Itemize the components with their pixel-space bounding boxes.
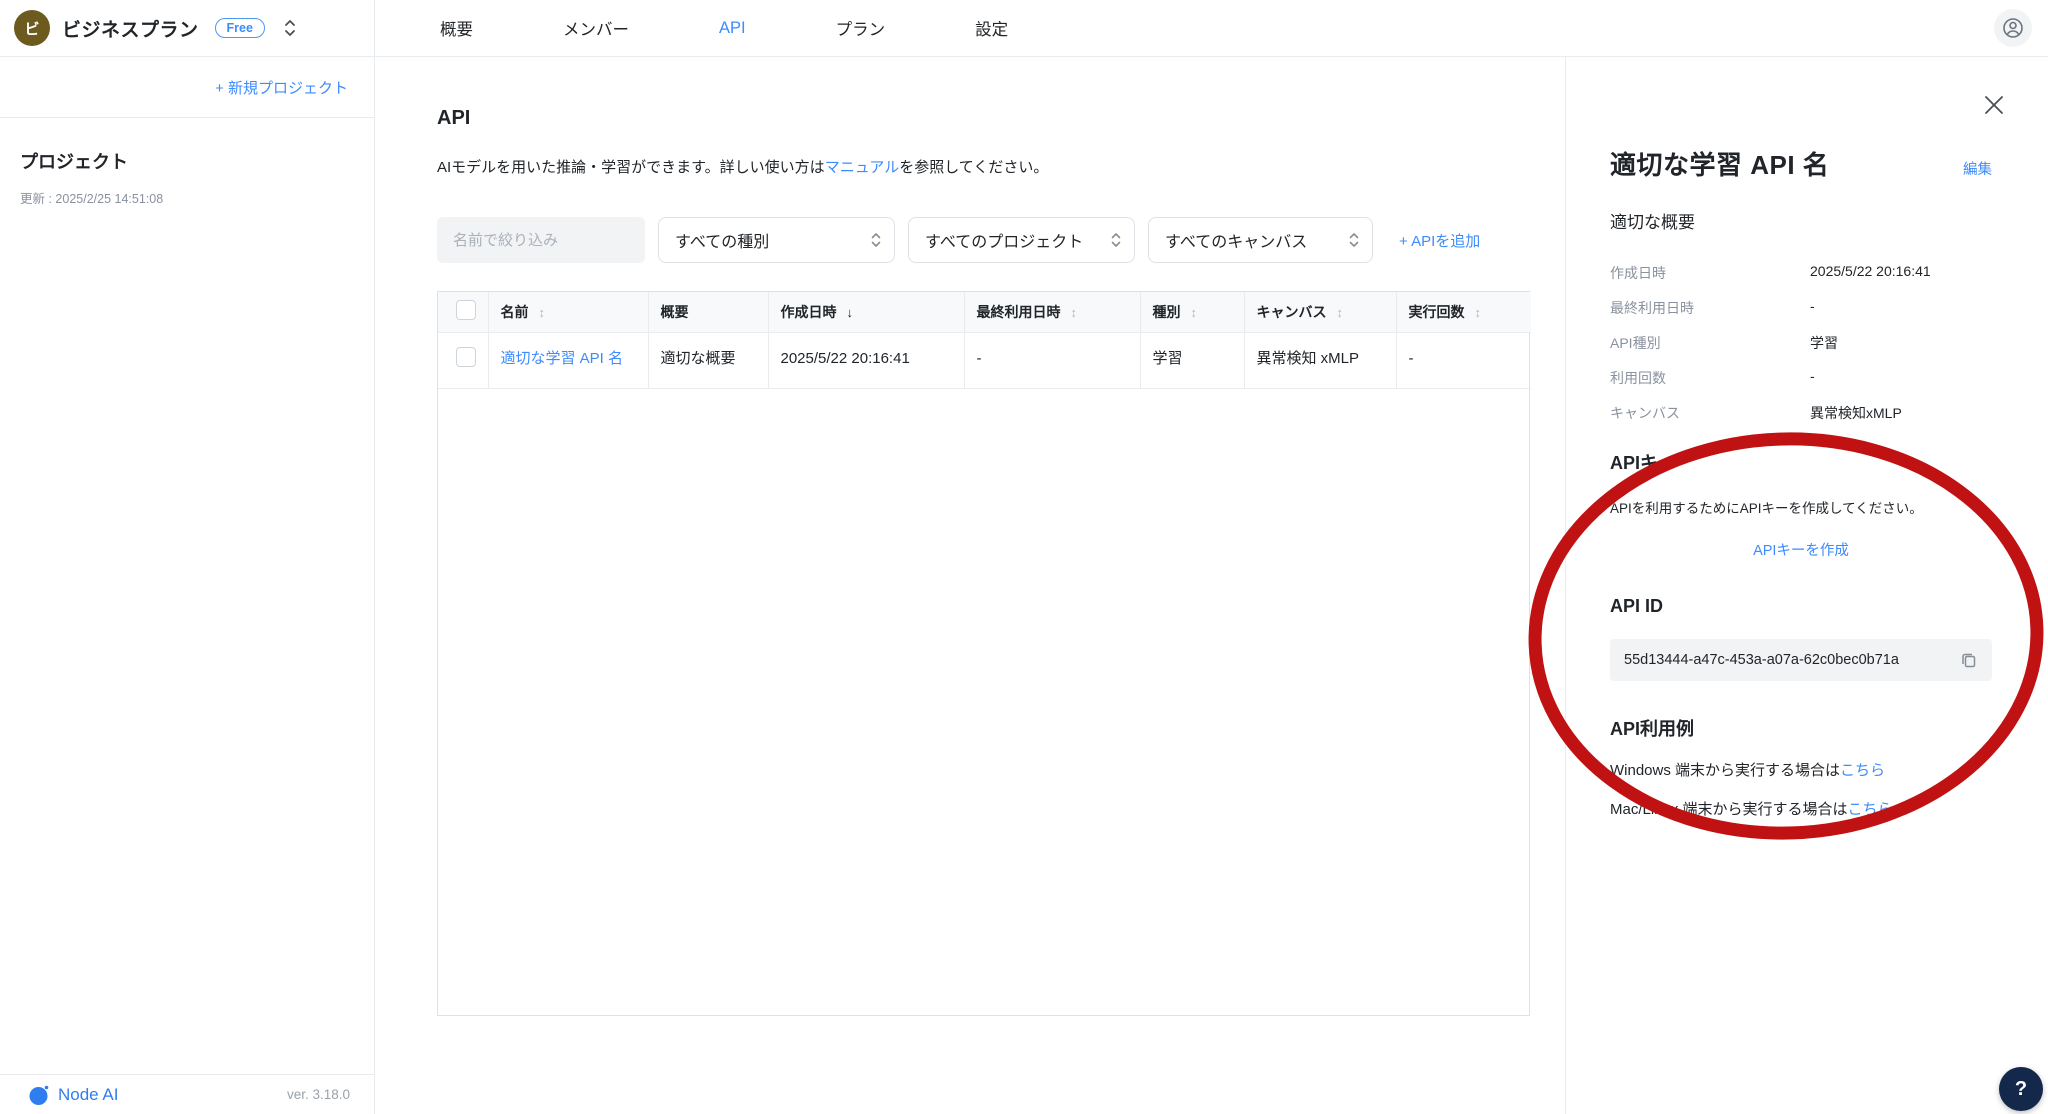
- column-header-type[interactable]: 種別↕: [1140, 292, 1244, 332]
- chevron-up-down-icon: [862, 231, 882, 249]
- chevron-up-down-icon: [1340, 231, 1360, 249]
- workspace-selector[interactable]: ビ ビジネスプラン Free: [0, 0, 375, 56]
- description-text: AIモデルを用いた推論・学習ができます。詳しい使い方は: [437, 159, 825, 176]
- api-id-section: API ID 55d13444-a47c-453a-a07a-62c0bec0b…: [1610, 596, 1992, 681]
- new-project-link[interactable]: + 新規プロジェクト: [215, 77, 348, 98]
- sort-icon[interactable]: ↕: [1475, 305, 1482, 320]
- tab-plan[interactable]: プラン: [836, 16, 886, 40]
- column-header-last-used[interactable]: 最終利用日時↕: [964, 292, 1140, 332]
- cell-created: 2025/5/22 20:16:41: [768, 332, 964, 388]
- project-filter-select[interactable]: すべてのプロジェクト: [908, 217, 1135, 263]
- row-checkbox[interactable]: [456, 347, 476, 367]
- top-nav: 概要 メンバー API プラン 設定: [375, 16, 1008, 40]
- workspace-avatar: ビ: [14, 10, 50, 46]
- close-icon[interactable]: [1980, 91, 2008, 119]
- user-icon: [2001, 16, 2025, 40]
- tab-api[interactable]: API: [719, 19, 746, 38]
- add-api-link[interactable]: + APIを追加: [1399, 230, 1480, 251]
- tab-overview[interactable]: 概要: [440, 16, 473, 40]
- column-header-runs[interactable]: 実行回数↕: [1396, 292, 1531, 332]
- plan-badge: Free: [215, 18, 265, 38]
- detail-row-usage-count: 利用回数 -: [1610, 368, 1992, 388]
- search-input[interactable]: [437, 217, 645, 263]
- panel-summary: 適切な概要: [1610, 208, 1992, 233]
- sidebar-top-row: + 新規プロジェクト: [0, 57, 374, 118]
- sort-icon[interactable]: ↕: [1337, 305, 1344, 320]
- detail-row-canvas: キャンバス 異常検知xMLP: [1610, 403, 1992, 423]
- panel-title: 適切な学習 API 名: [1610, 145, 1829, 182]
- sort-desc-icon[interactable]: ↓: [847, 305, 854, 320]
- table-row: 適切な学習 API 名 適切な概要 2025/5/22 20:16:41 - 学…: [438, 332, 1531, 388]
- sort-icon[interactable]: ↕: [539, 305, 546, 320]
- sidebar: + 新規プロジェクト プロジェクト 更新 : 2025/2/25 14:51:0…: [0, 57, 375, 1114]
- panel-title-row: 適切な学習 API 名 編集: [1610, 145, 1992, 182]
- detail-row-created: 作成日時 2025/5/22 20:16:41: [1610, 263, 1992, 283]
- edit-link[interactable]: 編集: [1963, 158, 1992, 179]
- detail-row-last-used: 最終利用日時 -: [1610, 298, 1992, 318]
- canvas-filter-select[interactable]: すべてのキャンバス: [1148, 217, 1373, 263]
- sort-icon[interactable]: ↕: [1071, 305, 1078, 320]
- windows-example-link[interactable]: こちら: [1840, 762, 1885, 779]
- detail-panel: 適切な学習 API 名 編集 適切な概要 作成日時 2025/5/22 20:1…: [1565, 57, 2048, 1114]
- tab-members[interactable]: メンバー: [563, 16, 629, 40]
- usage-line-mac-linux: Mac/Linux 端末から実行する場合はこちら: [1610, 798, 1992, 819]
- select-all-checkbox[interactable]: [456, 300, 476, 320]
- usage-line-windows: Windows 端末から実行する場合はこちら: [1610, 759, 1992, 780]
- nodeai-logo-text: Node AI: [58, 1085, 119, 1105]
- nodeai-logo-icon: [28, 1084, 50, 1106]
- chevron-up-down-icon: [1102, 231, 1122, 249]
- page-description: AIモデルを用いた推論・学習ができます。詳しい使い方はマニュアルを参照してくださ…: [437, 156, 1565, 177]
- column-header-canvas[interactable]: キャンバス↕: [1244, 292, 1396, 332]
- api-id-heading: API ID: [1610, 596, 1992, 617]
- api-id-box: 55d13444-a47c-453a-a07a-62c0bec0b71a: [1610, 639, 1992, 681]
- app-version: ver. 3.18.0: [287, 1087, 350, 1102]
- cell-summary: 適切な概要: [648, 332, 768, 388]
- project-section-title: プロジェクト: [20, 148, 350, 174]
- cell-canvas: 異常検知 xMLP: [1244, 332, 1396, 388]
- account-button[interactable]: [1994, 9, 2032, 47]
- app-root: ビ ビジネスプラン Free 概要 メンバー API プラン 設定: [0, 0, 2048, 1114]
- api-table: 名前↕ 概要 作成日時↓ 最終利用日時↕ 種別↕: [437, 291, 1530, 1016]
- api-id-value: 55d13444-a47c-453a-a07a-62c0bec0b71a: [1624, 652, 1956, 668]
- tab-settings[interactable]: 設定: [975, 16, 1008, 40]
- question-mark-icon: ?: [2015, 1078, 2027, 1101]
- cell-last-used: -: [964, 332, 1140, 388]
- cell-type: 学習: [1140, 332, 1244, 388]
- detail-row-api-type: API種別 学習: [1610, 333, 1992, 353]
- copy-icon[interactable]: [1956, 647, 1982, 673]
- manual-link[interactable]: マニュアル: [825, 159, 900, 176]
- column-header-name[interactable]: 名前↕: [488, 292, 648, 332]
- help-button[interactable]: ?: [1999, 1067, 2043, 1111]
- api-name-link[interactable]: 適切な学習 API 名: [501, 350, 624, 367]
- create-api-key-link[interactable]: APIキーを作成: [1753, 543, 1849, 559]
- description-text-suffix: を参照してください。: [899, 159, 1048, 176]
- chevron-up-down-icon: [283, 18, 297, 38]
- project-updated-text: 更新 : 2025/2/25 14:51:08: [20, 188, 350, 207]
- topbar: ビ ビジネスプラン Free 概要 メンバー API プラン 設定: [0, 0, 2048, 57]
- api-usage-section: API利用例 Windows 端末から実行する場合はこちら Mac/Linux …: [1610, 715, 1992, 819]
- column-header-summary[interactable]: 概要: [648, 292, 768, 332]
- panel-details: 作成日時 2025/5/22 20:16:41 最終利用日時 - API種別 学…: [1610, 263, 1992, 423]
- table-header-row: 名前↕ 概要 作成日時↓ 最終利用日時↕ 種別↕: [438, 292, 1531, 332]
- mac-linux-example-link[interactable]: こちら: [1848, 801, 1893, 818]
- api-key-description: APIを利用するためにAPIキーを作成してください。: [1610, 497, 1992, 517]
- type-filter-select[interactable]: すべての種別: [658, 217, 895, 263]
- main-content: API AIモデルを用いた推論・学習ができます。詳しい使い方はマニュアルを参照し…: [375, 57, 1565, 1114]
- project-section: プロジェクト 更新 : 2025/2/25 14:51:08: [0, 118, 374, 207]
- sort-icon[interactable]: ↕: [1191, 305, 1198, 320]
- api-key-section: APIキー APIを利用するためにAPIキーを作成してください。 APIキーを作…: [1610, 449, 1992, 560]
- sidebar-footer: Node AI ver. 3.18.0: [0, 1074, 374, 1114]
- topbar-right: [1994, 9, 2032, 47]
- api-key-heading: APIキー: [1610, 449, 1992, 475]
- filter-bar: すべての種別 すべてのプロジェクト すべてのキャンバス: [437, 217, 1565, 263]
- workspace-name: ビジネスプラン: [62, 15, 199, 42]
- cell-runs: -: [1396, 332, 1531, 388]
- page-title: API: [437, 107, 1565, 130]
- nodeai-logo[interactable]: Node AI: [28, 1084, 119, 1106]
- column-header-created[interactable]: 作成日時↓: [768, 292, 964, 332]
- api-usage-heading: API利用例: [1610, 715, 1992, 741]
